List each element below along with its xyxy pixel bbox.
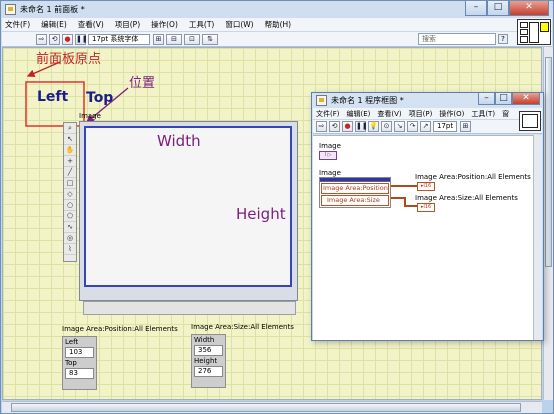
position-indicator-label: Image Area:Position:All Elements	[62, 325, 178, 333]
zoom-icon[interactable]: ⌕	[64, 123, 76, 134]
pan-icon[interactable]: ✋	[64, 145, 76, 156]
height-field-label: Height	[194, 357, 218, 365]
bd-menu-file[interactable]: 文件(F)	[316, 109, 340, 119]
bd-window-title: 未命名 1 程序框图 *	[331, 96, 404, 105]
left-field-label: Left	[65, 338, 79, 346]
left-annotation: Left	[37, 89, 69, 105]
position-output-label: Image Area:Position:All Elements	[415, 173, 531, 181]
width-field-value[interactable]: 356	[194, 345, 223, 356]
bd-abort-icon[interactable]: ●	[342, 121, 353, 132]
size-output-label: Image Area:Size:All Elements	[415, 194, 518, 202]
bd-close-button[interactable]: ✕	[512, 93, 540, 105]
bd-run-continuous-icon[interactable]: ⟲	[329, 121, 340, 132]
broken-line-icon[interactable]: ⌇	[64, 244, 76, 255]
bd-app-icon	[316, 95, 327, 106]
top-field-label: Top	[65, 359, 77, 367]
bd-menu-view[interactable]: 查看(V)	[377, 109, 401, 119]
image-control-label: Image	[79, 112, 101, 120]
bd-step-out-icon[interactable]: ↗	[420, 121, 431, 132]
bd-menu-window[interactable]: 窗	[502, 109, 509, 119]
bd-maximize-button[interactable]: □	[495, 93, 512, 105]
rectangle-icon[interactable]: □	[64, 178, 76, 189]
freehand-icon[interactable]: ∿	[64, 222, 76, 233]
bd-font-selector[interactable]: 17pt	[433, 121, 457, 132]
bd-align-icon[interactable]: ⊞	[460, 121, 471, 132]
bd-window-controls: – □ ✕	[478, 93, 540, 105]
rotated-rect-icon[interactable]: ◇	[64, 189, 76, 200]
bd-wires	[391, 185, 417, 207]
position-output-terminal[interactable]: ▸I16	[417, 182, 435, 191]
size-indicator-label: Image Area:Size:All Elements	[191, 323, 294, 331]
bd-step-into-icon[interactable]: ↘	[394, 121, 405, 132]
bd-menu-operate[interactable]: 操作(O)	[439, 109, 464, 119]
bd-pause-icon[interactable]: ❚❚	[355, 121, 368, 132]
width-field-label: Width	[194, 336, 215, 344]
image-tools-palette: ⌕ ↖ ✋ + ╱ □ ◇ ○ ⬠ ∿ ◎ ⌇	[63, 122, 77, 262]
position-indicator: Left 103 Top 83	[62, 336, 97, 390]
bd-step-over-icon[interactable]: ↷	[407, 121, 418, 132]
bd-vi-icon[interactable]	[519, 111, 541, 131]
bd-vertical-scrollbar[interactable]	[533, 135, 542, 340]
size-indicator: Width 356 Height 276	[191, 334, 226, 388]
oval-icon[interactable]: ○	[64, 200, 76, 211]
bd-highlight-icon[interactable]: 💡	[368, 121, 379, 132]
top-annotation: Top	[86, 90, 114, 106]
wire-size	[391, 197, 417, 207]
bd-toolbar: ⇨ ⟲ ● ❚❚ 💡 ⊙ ↘ ↷ ↗ 17pt ⊞	[313, 120, 542, 134]
size-output-terminal[interactable]: ▸I16	[417, 203, 435, 212]
top-field-value[interactable]: 83	[65, 368, 94, 379]
bd-menu-tools[interactable]: 工具(T)	[471, 109, 495, 119]
bd-retain-icon[interactable]: ⊙	[381, 121, 392, 132]
polygon-icon[interactable]: ⬠	[64, 211, 76, 222]
height-annotation: Height	[236, 205, 286, 223]
width-annotation: Width	[157, 132, 201, 150]
bd-minimize-button[interactable]: –	[478, 93, 495, 105]
left-field-value[interactable]: 103	[65, 347, 94, 358]
point-icon[interactable]: +	[64, 156, 76, 167]
bd-menu-project[interactable]: 项目(P)	[409, 109, 433, 119]
bd-run-arrow-icon[interactable]: ⇨	[316, 121, 327, 132]
image-status-bar	[83, 301, 296, 315]
origin-arrow	[26, 61, 61, 77]
height-field-value[interactable]: 276	[194, 366, 223, 377]
line-icon[interactable]: ╱	[64, 167, 76, 178]
bd-menu-bar: 文件(F) 编辑(E) 查看(V) 项目(P) 操作(O) 工具(T) 窗	[313, 108, 542, 120]
annulus-icon[interactable]: ◎	[64, 233, 76, 244]
bd-menu-edit[interactable]: 编辑(E)	[347, 109, 371, 119]
block-diagram-window: 未命名 1 程序框图 * – □ ✕ 文件(F) 编辑(E) 查看(V) 项目(…	[311, 92, 544, 341]
pointer-icon[interactable]: ↖	[64, 134, 76, 145]
block-diagram-canvas[interactable]: Image I ▷ Image Image Area:Position Imag…	[313, 135, 534, 340]
